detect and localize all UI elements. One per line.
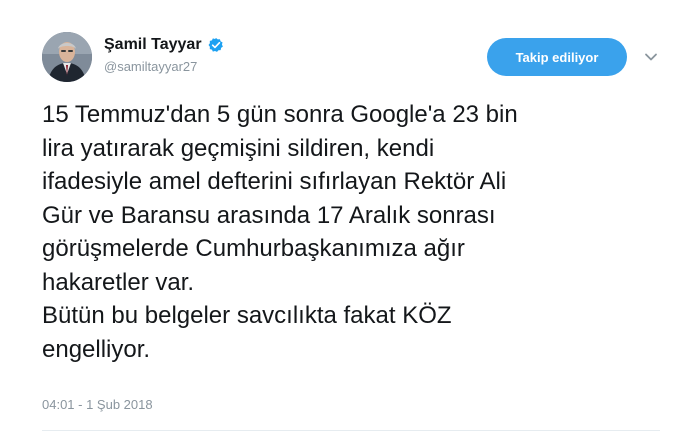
handle[interactable]: @samiltayyar27 <box>104 59 224 74</box>
display-name[interactable]: Şamil Tayyar <box>104 36 202 54</box>
user-photo-avatar-icon <box>42 32 92 82</box>
tweet-text: 15 Temmuz'dan 5 gün sonra Google'a 23 bi… <box>42 101 518 363</box>
chevron-down-icon[interactable] <box>644 50 658 64</box>
following-button[interactable]: Takip ediliyor <box>487 38 627 76</box>
display-name-row: Şamil Tayyar <box>104 36 224 54</box>
avatar[interactable] <box>42 32 92 82</box>
tweet-header: Şamil Tayyar @samiltayyar27 Takip ediliy… <box>42 32 662 82</box>
author-names: Şamil Tayyar @samiltayyar27 <box>104 36 224 74</box>
tweet-card: Şamil Tayyar @samiltayyar27 Takip ediliy… <box>0 0 700 436</box>
divider <box>42 430 660 431</box>
verified-badge-icon <box>208 38 223 52</box>
tweet-timestamp[interactable]: 04:01 - 1 Şub 2018 <box>42 397 153 412</box>
